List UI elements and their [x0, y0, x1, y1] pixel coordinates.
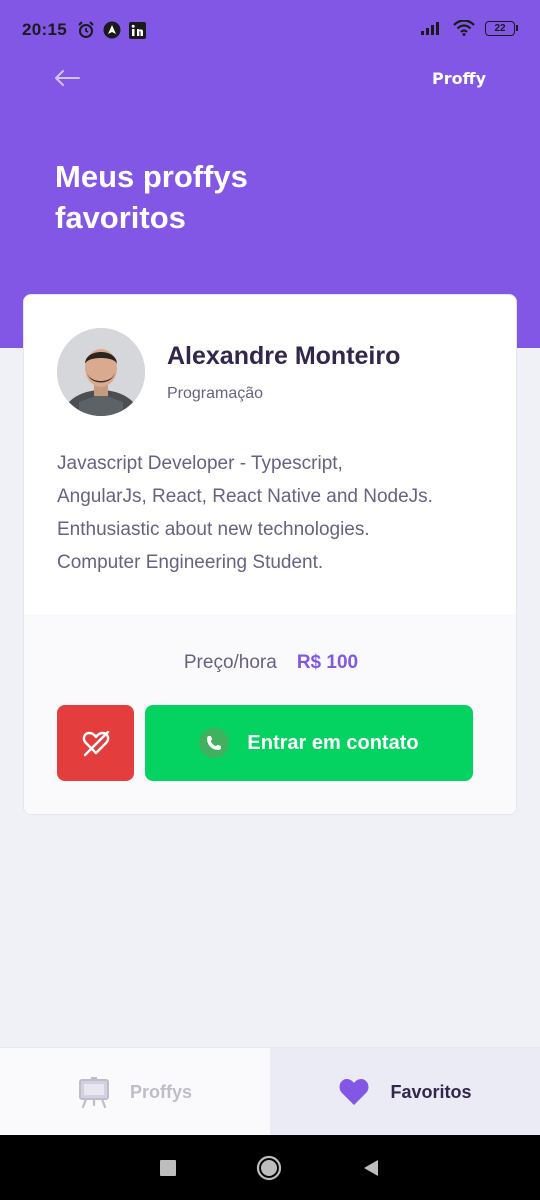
bottom-tab-bar: Proffys Favoritos [0, 1047, 540, 1136]
status-time: 20:15 [22, 20, 67, 39]
top-nav: Proffy [0, 58, 540, 98]
page-title-line1: Meus proffys [55, 159, 248, 194]
tab-proffys[interactable]: Proffys [0, 1048, 270, 1136]
bio-line: AngularJs, React, React Native and NodeJ… [57, 486, 433, 507]
status-right: 22 [421, 20, 518, 36]
unfavorite-button[interactable] [57, 705, 134, 781]
page-title-line2: favoritos [55, 200, 186, 235]
tab-favoritos[interactable]: Favoritos [270, 1048, 540, 1136]
system-nav-bar [0, 1135, 540, 1200]
bio-line: Computer Engineering Student. [57, 552, 324, 573]
bio-line: Javascript Developer - Typescript, [57, 453, 343, 474]
status-icons-left [77, 21, 146, 39]
card-footer: Preço/hora R$ 100 Entrar em contato [24, 614, 516, 814]
price-value: R$ 100 [296, 652, 359, 673]
tab-proffys-label: Proffys [129, 1081, 192, 1102]
alarm-icon [78, 21, 94, 38]
heart-off-icon [82, 730, 109, 757]
heart-icon [340, 1079, 369, 1105]
wifi-icon [453, 20, 475, 36]
contact-button[interactable]: Entrar em contato [145, 705, 473, 781]
back-icon[interactable] [362, 1159, 380, 1177]
arrow-left-icon[interactable] [54, 69, 80, 87]
battery-icon: 22 [485, 20, 518, 36]
page-title: Meus proffys favoritos [55, 156, 355, 238]
home-icon[interactable] [256, 1155, 282, 1181]
price-row: Preço/hora R$ 100 [24, 652, 516, 674]
navigation-app-icon [103, 21, 121, 39]
avatar-image [57, 328, 145, 416]
status-left: 20:15 [22, 20, 146, 40]
status-bar: 20:15 22 [0, 0, 540, 64]
tab-favoritos-label: Favoritos [390, 1081, 472, 1102]
teacher-card: Alexandre Monteiro Programação Javascrip… [23, 294, 517, 815]
teacher-subject: Programação [167, 384, 264, 402]
price-label: Preço/hora [183, 652, 277, 673]
bio-line: Enthusiastic about new technologies. [57, 519, 370, 540]
teacher-name: Alexandre Monteiro [167, 341, 401, 370]
teacher-bio: Javascript Developer - Typescript, Angul… [57, 447, 497, 579]
linkedin-icon [128, 21, 146, 39]
signal-icon [421, 22, 439, 35]
profile-info: Alexandre Monteiro Programação [167, 342, 400, 403]
teacher-profile: Alexandre Monteiro Programação [57, 328, 400, 416]
avatar [57, 328, 145, 416]
contact-label: Entrar em contato [247, 731, 419, 754]
battery-level: 22 [485, 20, 515, 36]
recents-icon[interactable] [160, 1159, 176, 1176]
brand-logo: Proffy [432, 68, 486, 88]
easel-icon [78, 1077, 109, 1108]
whatsapp-icon [199, 728, 230, 758]
